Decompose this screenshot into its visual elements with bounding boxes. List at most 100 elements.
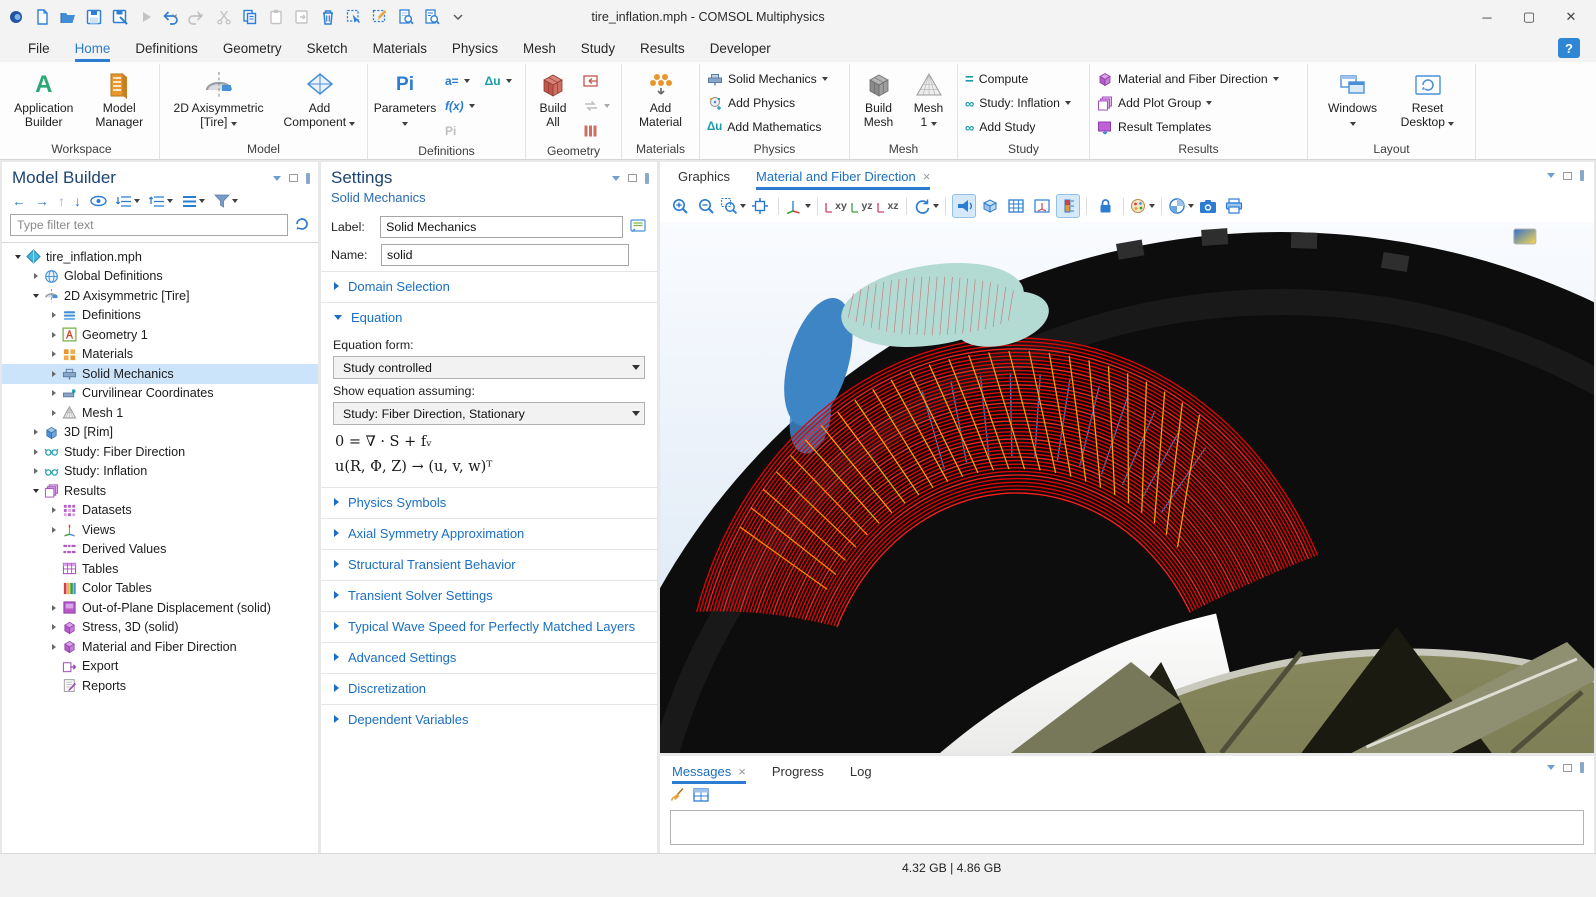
rename-icon[interactable] — [629, 218, 647, 237]
material-fiber-direction-plot-button[interactable]: Material and Fiber Direction — [1094, 68, 1282, 90]
nav-back-button[interactable]: ← — [12, 193, 26, 209]
table-window-button[interactable] — [693, 788, 709, 805]
solid-mechanics-interface-button[interactable]: Solid Mechanics — [704, 68, 831, 90]
delete-button[interactable] — [316, 5, 340, 29]
zoom-in-button[interactable] — [668, 194, 692, 218]
tree-item-tables[interactable]: Tables — [2, 559, 318, 579]
compute-button[interactable]: =Compute — [962, 68, 1031, 90]
expander-icon[interactable] — [46, 624, 61, 630]
view-xz-button[interactable]: xz — [876, 194, 900, 218]
help-button[interactable]: ? — [1558, 38, 1580, 58]
open-file-button[interactable] — [56, 5, 80, 29]
expander-icon[interactable] — [46, 351, 61, 357]
parameters-button[interactable]: Pi Parameters — [372, 66, 438, 130]
move-down-button[interactable]: ↓ — [74, 193, 81, 209]
zoom-box-button[interactable] — [720, 194, 746, 218]
tree-item-definitions[interactable]: Definitions — [2, 306, 318, 326]
menu-tab-developer[interactable]: Developer — [710, 34, 771, 62]
panel-pin-icon[interactable] — [645, 173, 649, 184]
nav-forward-button[interactable]: → — [35, 193, 49, 209]
panel-float-icon[interactable] — [289, 174, 298, 182]
reset-desktop-button[interactable]: ResetDesktop — [1391, 66, 1465, 130]
build-all-geometry-button[interactable]: BuildAll — [530, 66, 576, 130]
add-component-button[interactable]: AddComponent — [277, 66, 363, 130]
nonlocal-couplings-button[interactable]: Δu — [482, 70, 515, 92]
close-button[interactable]: ✕ — [1550, 2, 1592, 32]
add-plot-group-button[interactable]: Add Plot Group — [1094, 92, 1215, 114]
tree-item-datasets[interactable]: Datasets — [2, 501, 318, 521]
menu-tab-home[interactable]: Home — [75, 34, 111, 62]
save-button[interactable] — [82, 5, 106, 29]
add-material-button[interactable]: AddMaterial — [630, 66, 692, 130]
expander-icon[interactable] — [10, 255, 25, 259]
find-replace-button[interactable] — [420, 5, 444, 29]
tab-messages[interactable]: Messages× — [672, 758, 746, 784]
tree-item-root[interactable]: tire_inflation.mph — [2, 247, 318, 267]
menu-tab-results[interactable]: Results — [640, 34, 685, 62]
menu-tab-file[interactable]: File — [28, 34, 50, 62]
menu-tab-mesh[interactable]: Mesh — [523, 34, 556, 62]
tree-item-global-definitions[interactable]: Global Definitions — [2, 267, 318, 287]
expander-icon[interactable] — [28, 449, 43, 455]
print-button[interactable] — [1222, 194, 1246, 218]
tab-close-icon[interactable]: × — [923, 169, 931, 184]
tree-item-3d-rim[interactable]: 3D [Rim] — [2, 423, 318, 443]
copy-button[interactable] — [238, 5, 262, 29]
panel-menu-chevron-icon[interactable] — [1547, 173, 1555, 178]
tree-item-reports[interactable]: Reports — [2, 676, 318, 696]
menu-tab-sketch[interactable]: Sketch — [307, 34, 348, 62]
build-mesh-button[interactable]: BuildMesh — [856, 66, 902, 130]
move-up-button[interactable]: ↑ — [58, 193, 65, 209]
section-structural-transient[interactable]: Structural Transient Behavior — [321, 549, 657, 578]
tree-item-stress-3d[interactable]: Stress, 3D (solid) — [2, 618, 318, 638]
messages-output[interactable] — [670, 810, 1584, 845]
run-button[interactable] — [134, 5, 158, 29]
add-physics-button[interactable]: Add Physics — [704, 92, 798, 114]
graphics-viewport[interactable] — [660, 222, 1594, 753]
section-physics-symbols[interactable]: Physics Symbols — [321, 487, 657, 516]
tree-item-geometry-1[interactable]: Geometry 1 — [2, 325, 318, 345]
expander-icon[interactable] — [46, 507, 61, 513]
tab-log[interactable]: Log — [850, 758, 872, 784]
result-templates-button[interactable]: Result Templates — [1094, 116, 1214, 138]
panel-pin-icon[interactable] — [1580, 170, 1584, 181]
menu-tab-geometry[interactable]: Geometry — [223, 34, 282, 62]
add-mathematics-button[interactable]: ΔuAdd Mathematics — [704, 116, 824, 138]
panel-menu-chevron-icon[interactable] — [1547, 765, 1555, 770]
tree-item-curvilinear-coordinates[interactable]: Curvilinear Coordinates — [2, 384, 318, 404]
cut-button[interactable] — [212, 5, 236, 29]
clear-messages-button[interactable] — [670, 787, 685, 805]
menu-tab-definitions[interactable]: Definitions — [135, 34, 198, 62]
maximize-button[interactable]: ▢ — [1508, 2, 1550, 32]
tree-item-study-inflation[interactable]: Study: Inflation — [2, 462, 318, 482]
expander-icon[interactable] — [28, 489, 43, 493]
zoom-out-button[interactable] — [694, 194, 718, 218]
new-file-button[interactable] — [30, 5, 54, 29]
scene-light-toggle[interactable] — [952, 194, 976, 218]
undo-button[interactable] — [160, 5, 184, 29]
menu-tab-study[interactable]: Study — [581, 34, 615, 62]
redo-button[interactable] — [186, 5, 210, 29]
color-palette-button[interactable] — [1130, 194, 1155, 218]
add-study-button[interactable]: ∞Add Study — [962, 116, 1039, 138]
deselect-brush-button[interactable] — [368, 5, 392, 29]
find-button[interactable] — [394, 5, 418, 29]
tab-material-fiber-direction[interactable]: Material and Fiber Direction× — [756, 162, 930, 190]
show-equation-select[interactable]: Study: Fiber Direction, Stationary — [333, 402, 645, 425]
expander-icon[interactable] — [28, 273, 43, 279]
tree-item-color-tables[interactable]: Color Tables — [2, 579, 318, 599]
view-yz-button[interactable]: yz — [850, 194, 874, 218]
tree-item-solid-mechanics[interactable]: Solid Mechanics — [2, 364, 318, 384]
environment-reflections-button[interactable] — [1168, 194, 1194, 218]
zoom-extents-button[interactable] — [748, 194, 772, 218]
tree-item-mesh-1[interactable]: Mesh 1 — [2, 403, 318, 423]
section-advanced-settings[interactable]: Advanced Settings — [321, 642, 657, 671]
node-text-options-button[interactable] — [182, 195, 205, 208]
application-builder-button[interactable]: A ApplicationBuilder — [8, 66, 80, 130]
section-domain-selection[interactable]: Domain Selection — [321, 271, 657, 300]
grid-toggle[interactable] — [1004, 194, 1028, 218]
tab-graphics[interactable]: Graphics — [678, 162, 730, 190]
rotate-view-button[interactable] — [913, 194, 939, 218]
expander-icon[interactable] — [46, 312, 61, 318]
functions-button[interactable]: f(x) — [442, 95, 478, 117]
